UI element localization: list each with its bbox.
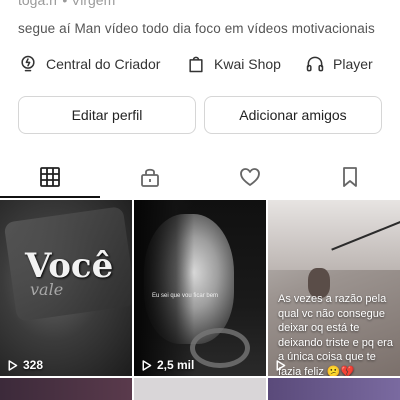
- tab-saved[interactable]: [300, 156, 400, 198]
- profile-tabs: [0, 156, 400, 198]
- link-label: Central do Criador: [46, 56, 161, 72]
- video-tile[interactable]: [0, 378, 132, 400]
- heart-icon: [240, 168, 260, 186]
- thumbnail-shadow: [134, 200, 194, 376]
- profile-bio: segue aí Man vídeo todo dia foco em víde…: [18, 21, 375, 36]
- profile-links-row: Central do Criador Kwai Shop Player: [18, 54, 388, 76]
- view-count: [274, 359, 287, 372]
- tab-liked[interactable]: [200, 156, 300, 198]
- video-tile[interactable]: As vezes a razão pela qual vc não conseg…: [268, 200, 400, 376]
- profile-meta-partial: toga.rr • Virgem: [18, 0, 116, 8]
- thumbnail-sky: [268, 200, 400, 270]
- thumbnail-subtitle: vale: [30, 280, 64, 299]
- link-label: Kwai Shop: [214, 56, 281, 72]
- link-kwai-shop[interactable]: Kwai Shop: [186, 54, 281, 74]
- video-tile[interactable]: Eu sei que vou ficar bem 2,5 mil: [134, 200, 266, 376]
- video-grid: Você vale 328 Eu sei que vou ficar bem 2…: [0, 200, 400, 400]
- play-icon: [142, 359, 152, 371]
- headphones-illustration: [190, 328, 250, 368]
- lock-icon: [141, 168, 159, 187]
- bookmark-icon: [343, 167, 357, 187]
- edit-profile-button[interactable]: Editar perfil: [18, 96, 196, 134]
- link-player[interactable]: Player: [305, 54, 373, 74]
- view-count: 2,5 mil: [140, 358, 194, 372]
- video-tile[interactable]: [268, 378, 400, 400]
- video-tile[interactable]: Você vale 328: [0, 200, 132, 376]
- headphones-icon: [306, 56, 324, 72]
- link-central-do-criador[interactable]: Central do Criador: [18, 54, 160, 74]
- video-tile[interactable]: [134, 378, 266, 400]
- view-count-value: 2,5 mil: [157, 358, 195, 372]
- play-icon: [8, 359, 18, 371]
- thumbnail-text: As vezes a razão pela qual vc não conseg…: [278, 293, 393, 376]
- play-icon: [276, 360, 286, 371]
- grid-icon: [40, 167, 60, 187]
- lightbulb-icon: [21, 55, 35, 72]
- thumbnail-caption: Eu sei que vou ficar bem: [152, 293, 219, 299]
- view-count-value: 328: [23, 358, 44, 372]
- tab-private[interactable]: [100, 156, 200, 198]
- add-friends-button[interactable]: Adicionar amigos: [204, 96, 382, 134]
- tab-grid[interactable]: [0, 156, 100, 198]
- view-count: 328: [6, 358, 43, 372]
- link-label: Player: [333, 56, 373, 72]
- shopping-bag-icon: [189, 56, 203, 73]
